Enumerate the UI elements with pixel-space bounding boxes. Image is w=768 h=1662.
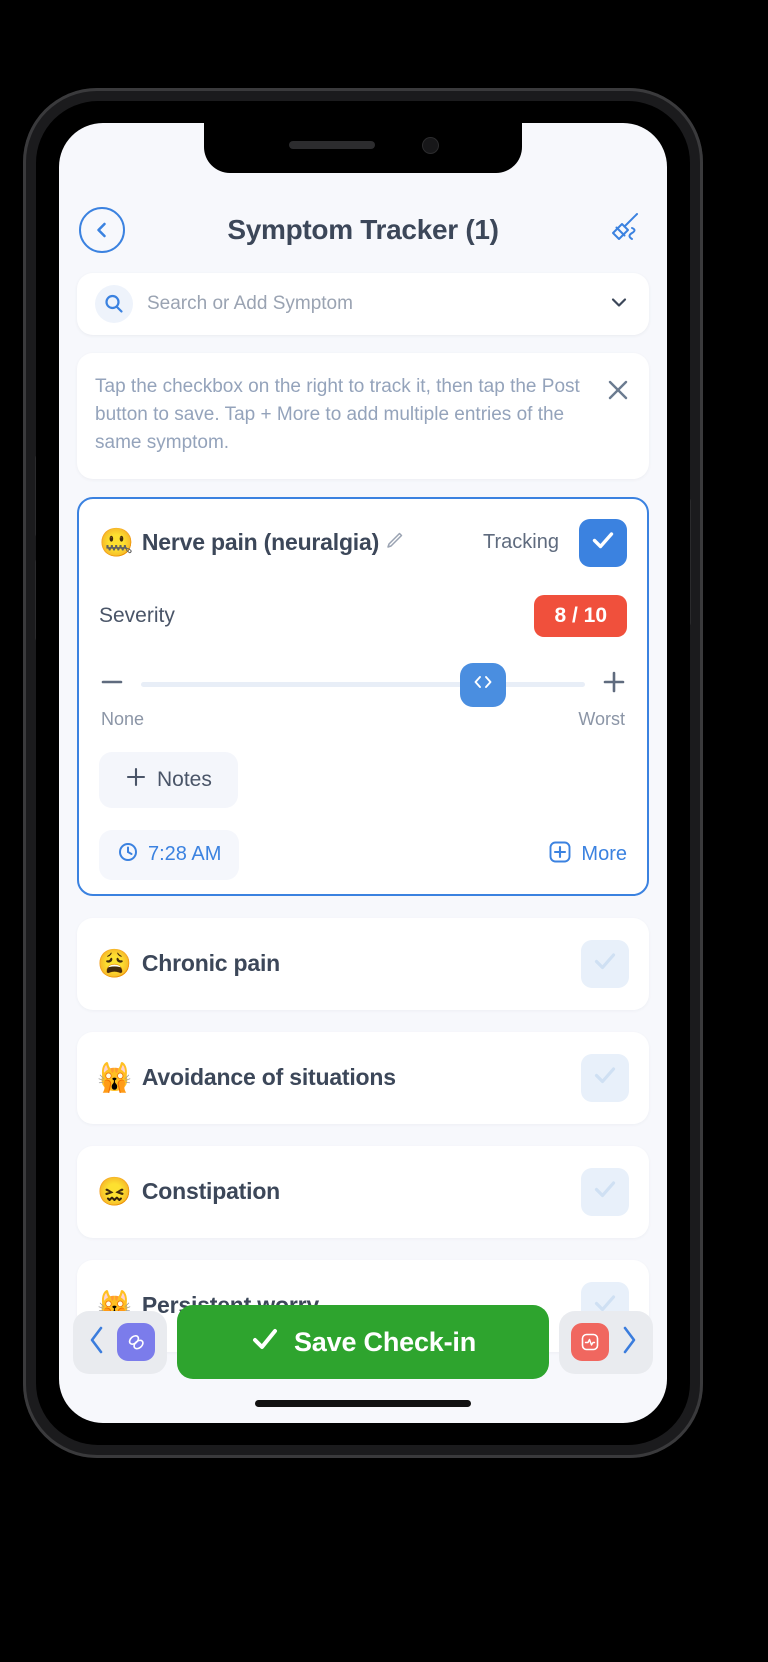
severity-max-label: Worst bbox=[578, 708, 625, 729]
zipper-mouth-face-emoji: 🤐 bbox=[99, 526, 134, 558]
severity-slider-labels: None Worst bbox=[99, 709, 627, 730]
time-chip[interactable]: 7:28 AM bbox=[99, 829, 240, 880]
add-notes-label: Notes bbox=[157, 767, 212, 791]
severity-slider-thumb[interactable] bbox=[459, 662, 506, 707]
pencil-icon bbox=[385, 532, 404, 554]
active-symptom-header: 🤐 Nerve pain (neuralgia) Tracking bbox=[99, 518, 627, 567]
symptom-row[interactable]: 😖 Constipation bbox=[77, 1145, 649, 1238]
save-checkin-label: Save Check-in bbox=[294, 1326, 476, 1357]
severity-min-label: None bbox=[101, 708, 145, 729]
clock-icon bbox=[117, 841, 139, 869]
app-container: Symptom Tracker (1) Search or Add Sympto… bbox=[59, 123, 667, 1423]
tracking-checkbox-unchecked[interactable] bbox=[581, 939, 629, 988]
dismiss-info-banner-button[interactable] bbox=[605, 373, 631, 408]
minus-icon bbox=[99, 669, 125, 700]
time-value: 7:28 AM bbox=[148, 843, 222, 866]
plus-circle-icon bbox=[548, 840, 572, 870]
severity-row: Severity 8 / 10 bbox=[99, 594, 627, 637]
chevron-down-icon bbox=[607, 297, 631, 318]
pills-icon bbox=[117, 1323, 155, 1361]
search-icon bbox=[95, 285, 133, 323]
page-title: Symptom Tracker (1) bbox=[227, 214, 499, 245]
chevron-left-icon bbox=[85, 1323, 109, 1362]
left-right-arrows-icon bbox=[470, 672, 496, 697]
severity-decrease-button[interactable] bbox=[99, 669, 125, 700]
active-symptom-footer: 7:28 AM More bbox=[99, 829, 627, 880]
clear-all-button[interactable] bbox=[601, 207, 647, 253]
active-symptom-card: 🤐 Nerve pain (neuralgia) Tracking Severi… bbox=[77, 496, 649, 896]
phone-device: Symptom Tracker (1) Search or Add Sympto… bbox=[23, 88, 703, 1458]
home-indicator[interactable] bbox=[255, 1400, 471, 1407]
symptom-row[interactable]: 😩 Chronic pain bbox=[77, 917, 649, 1010]
add-notes-button[interactable]: Notes bbox=[99, 751, 238, 808]
earpiece-speaker bbox=[288, 141, 375, 149]
search-bar[interactable] bbox=[77, 273, 649, 335]
chevron-left-icon bbox=[92, 220, 112, 240]
next-section-button[interactable] bbox=[559, 1310, 653, 1374]
chevron-right-icon bbox=[617, 1323, 641, 1362]
close-icon bbox=[605, 380, 631, 407]
previous-section-button[interactable] bbox=[73, 1310, 167, 1374]
severity-slider-row bbox=[99, 662, 627, 707]
phone-notch bbox=[204, 123, 522, 173]
weary-cat-face-emoji: 🙀 bbox=[97, 1061, 132, 1093]
info-banner-text: Tap the checkbox on the right to track i… bbox=[95, 376, 580, 453]
edit-symptom-button[interactable] bbox=[385, 531, 404, 555]
active-symptom-name: Nerve pain (neuralgia) bbox=[141, 529, 380, 556]
symptom-row[interactable]: 🙀 Avoidance of situations bbox=[77, 1031, 649, 1124]
vitals-icon bbox=[571, 1323, 609, 1361]
symptom-name: Constipation bbox=[141, 1178, 281, 1205]
plus-icon bbox=[601, 669, 627, 700]
weary-face-emoji: 😩 bbox=[97, 947, 132, 979]
search-input[interactable] bbox=[133, 293, 607, 315]
front-camera bbox=[422, 137, 438, 153]
save-checkin-button[interactable]: Save Check-in bbox=[177, 1305, 549, 1379]
tracking-checkbox-checked[interactable] bbox=[579, 518, 627, 567]
app-header: Symptom Tracker (1) bbox=[59, 181, 667, 267]
check-icon bbox=[250, 1324, 280, 1361]
severity-increase-button[interactable] bbox=[601, 669, 627, 700]
check-icon bbox=[589, 526, 617, 559]
check-icon bbox=[591, 947, 619, 980]
symptom-list-scroll[interactable]: 🤐 Nerve pain (neuralgia) Tracking Severi… bbox=[59, 496, 667, 1423]
symptom-name: Chronic pain bbox=[141, 950, 281, 977]
severity-badge: 8 / 10 bbox=[534, 594, 627, 637]
info-banner: Tap the checkbox on the right to track i… bbox=[77, 353, 649, 479]
severity-label: Severity bbox=[99, 603, 175, 627]
plus-icon bbox=[125, 766, 147, 794]
bottom-action-bar: Save Check-in bbox=[59, 1305, 667, 1379]
check-icon bbox=[591, 1175, 619, 1208]
tracking-checkbox-unchecked[interactable] bbox=[581, 1167, 629, 1216]
back-button[interactable] bbox=[79, 207, 125, 253]
severity-slider[interactable] bbox=[141, 662, 585, 707]
severity-slider-track bbox=[141, 682, 585, 688]
phone-screen: Symptom Tracker (1) Search or Add Sympto… bbox=[59, 123, 667, 1423]
broom-icon bbox=[607, 211, 641, 250]
add-more-entry-button[interactable]: More bbox=[548, 840, 627, 870]
add-more-label: More bbox=[581, 843, 627, 866]
tracking-checkbox-unchecked[interactable] bbox=[581, 1053, 629, 1102]
search-dropdown-button[interactable] bbox=[607, 290, 631, 319]
tracking-label: Tracking bbox=[483, 531, 559, 554]
symptom-name: Avoidance of situations bbox=[141, 1064, 396, 1091]
check-icon bbox=[591, 1061, 619, 1094]
confounded-face-emoji: 😖 bbox=[97, 1175, 132, 1207]
